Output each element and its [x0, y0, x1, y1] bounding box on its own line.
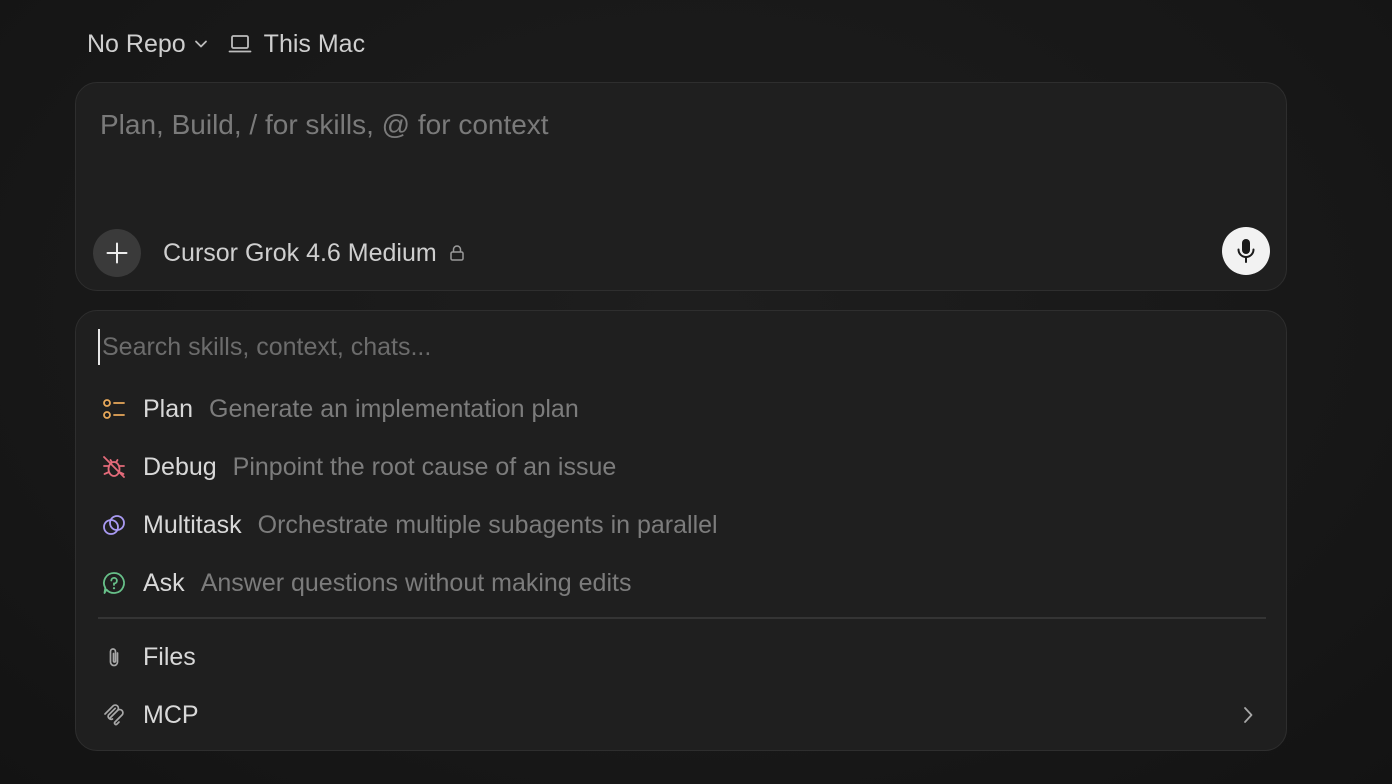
model-label: Cursor Grok 4.6 Medium: [163, 238, 437, 267]
orbits-icon: [100, 512, 128, 538]
context-label: Files: [143, 642, 196, 671]
app-window: No Repo This Mac Cursor Grok 4.6 Medium: [0, 0, 1392, 784]
menu-divider: [98, 617, 1266, 619]
context-item-mcp[interactable]: MCP: [100, 693, 1266, 737]
skill-description: Orchestrate multiple subagents in parall…: [257, 510, 718, 539]
skill-description: Pinpoint the root cause of an issue: [232, 452, 617, 481]
lock-icon: [449, 244, 465, 262]
skill-label: Ask: [143, 568, 185, 597]
composer: Cursor Grok 4.6 Medium: [75, 82, 1287, 291]
prompt-input[interactable]: [100, 105, 1250, 145]
skill-label: Multitask: [143, 510, 242, 539]
menu-search-input[interactable]: [98, 329, 1252, 365]
top-bar: No Repo This Mac: [87, 28, 365, 60]
plus-icon: [105, 241, 129, 265]
skill-description: Generate an implementation plan: [209, 394, 579, 423]
repo-label: No Repo: [87, 29, 186, 58]
context-item-files[interactable]: Files: [100, 635, 1266, 679]
chevron-right-icon: [1234, 704, 1262, 726]
skill-label: Plan: [143, 394, 194, 423]
microphone-icon: [1234, 237, 1258, 265]
microphone-button[interactable]: [1222, 227, 1270, 275]
skill-item-plan[interactable]: Plan Generate an implementation plan: [100, 387, 1266, 431]
skill-description: Answer questions without making edits: [200, 568, 632, 597]
skill-item-debug[interactable]: Debug Pinpoint the root cause of an issu…: [100, 445, 1266, 489]
skill-label: Debug: [143, 452, 217, 481]
add-button[interactable]: [93, 229, 141, 277]
mcp-icon: [100, 702, 128, 728]
model-selector[interactable]: Cursor Grok 4.6 Medium: [163, 235, 465, 271]
skill-item-ask[interactable]: Ask Answer questions without making edit…: [100, 561, 1266, 605]
command-menu: Plan Generate an implementation plan Deb…: [75, 310, 1287, 751]
bug-off-icon: [100, 454, 128, 480]
chevron-down-icon: [192, 35, 210, 53]
paperclip-icon: [100, 644, 128, 670]
list-icon: [100, 396, 128, 422]
question-bubble-icon: [100, 570, 128, 596]
machine-label: This Mac: [263, 29, 366, 58]
laptop-icon: [228, 33, 252, 55]
skill-item-multitask[interactable]: Multitask Orchestrate multiple subagents…: [100, 503, 1266, 547]
repo-selector[interactable]: No Repo: [87, 30, 210, 59]
context-label: MCP: [143, 700, 199, 729]
machine-selector[interactable]: This Mac: [228, 30, 365, 59]
